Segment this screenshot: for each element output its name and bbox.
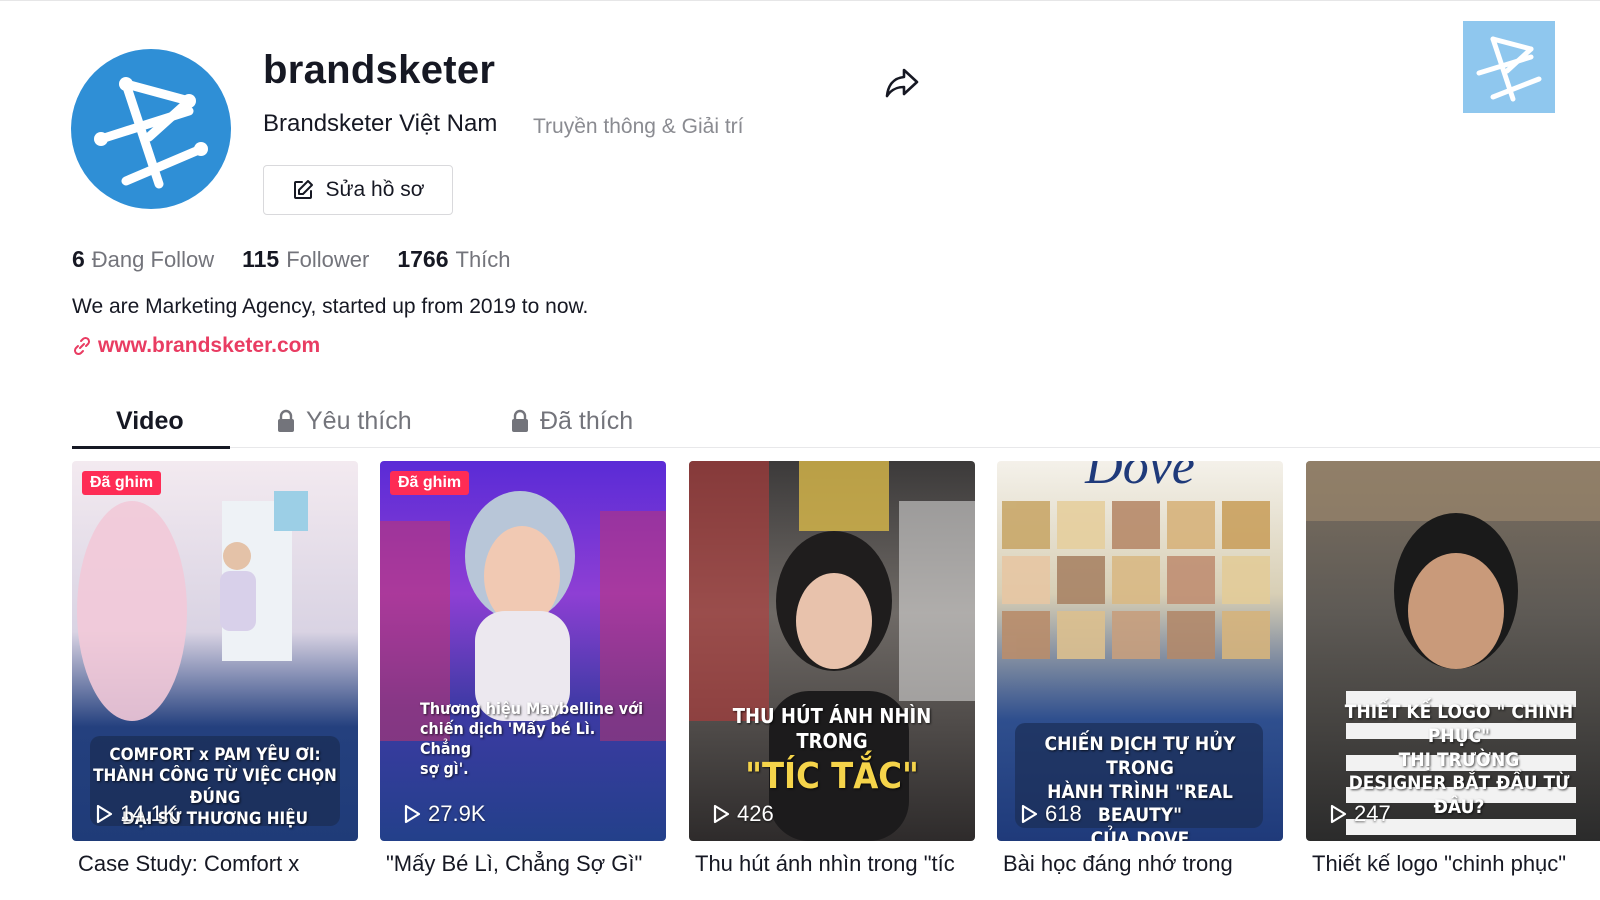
play-icon [713,804,730,824]
video-caption[interactable]: Case Study: Comfort x [78,851,368,877]
profile-bio: We are Marketing Agency, started up from… [72,295,589,318]
video-overlay-text: Thương hiệu Maybelline với chiến dịch 'M… [420,699,648,779]
video-thumbnail [380,491,666,741]
overlay-line: CHIẾN DỊCH TỰ HỦY TRONG [1044,733,1236,779]
brandsketer-logo-icon [94,77,208,189]
stat-following[interactable]: 6 Đang Follow [72,246,214,273]
video-card[interactable]: COMFORT x PAM YÊU ƠI: THÀNH CÔNG TỪ VIỆC… [72,461,358,841]
video-caption[interactable]: Thiết kế logo "chinh phục" [1312,851,1600,877]
profile-avatar[interactable] [71,49,231,209]
active-tab-indicator [72,446,230,449]
lock-icon [278,409,294,432]
following-label: Đang Follow [91,247,215,272]
profile-link[interactable]: www.brandsketer.com [72,334,320,358]
view-count: 247 [1328,801,1391,827]
stat-likes: 1766 Thích [397,246,510,273]
edit-icon [294,180,314,199]
overlay-line: THU HÚT ÁNH NHÌN TRONG [732,704,932,753]
play-icon [1021,804,1038,824]
view-count: 618 [1019,801,1082,827]
video-card[interactable]: THIẾT KẾ LOGO " CHINH PHỤC" THỊ TRƯỜNG D… [1306,461,1600,841]
pinned-badge: Đã ghim [390,471,470,495]
profile-username: brandsketer [263,48,496,92]
play-icon [1330,804,1347,824]
video-grid: COMFORT x PAM YÊU ƠI: THÀNH CÔNG TỪ VIỆC… [72,461,1600,881]
video-card[interactable]: THU HÚT ÁNH NHÌN TRONG "TÍC TẮC" 426 [689,461,975,841]
profile-display-name: Brandsketer Việt Nam [263,110,498,137]
video-card[interactable]: Dove CHIẾN DỊCH TỰ HỦY TRONG HÀNH TRÌNH … [997,461,1283,841]
edit-profile-label: Sửa hồ sơ [325,178,425,201]
follower-count: 115 [242,246,280,272]
view-count: 14.1K [94,801,178,827]
overlay-line: chiến dịch 'Mấy bé Lì. Chẳng [420,719,596,758]
link-icon [73,336,91,356]
tab-favorites[interactable]: Yêu thích [276,394,412,448]
view-count-value: 426 [737,801,774,826]
overlay-line: COMFORT x PAM YÊU ƠI: [109,745,321,765]
lock-icon [512,409,528,432]
video-card[interactable]: Thương hiệu Maybelline với chiến dịch 'M… [380,461,666,841]
tab-liked[interactable]: Đã thích [510,394,633,448]
profile-category: Truyền thông & Giải trí [533,115,744,138]
tab-favorites-label: Yêu thích [306,406,412,435]
play-icon [96,804,113,824]
view-count-value: 27.9K [428,801,486,826]
profile-link-text: www.brandsketer.com [98,334,321,357]
share-button[interactable] [884,64,920,100]
video-caption[interactable]: Bài học đáng nhớ trong [1003,851,1293,877]
overlay-line: Thương hiệu Maybelline với [420,699,643,718]
corner-brand-logo [1463,21,1555,113]
play-icon [404,804,421,824]
share-icon [885,68,919,98]
edit-profile-button[interactable]: Sửa hồ sơ [263,165,453,215]
view-count-value: 14.1K [120,801,178,826]
profile-page: brandsketer Brandsketer Việt Nam Truyền … [0,0,1600,900]
video-caption[interactable]: "Mấy Bé Lì, Chẳng Sợ Gì" [386,851,676,877]
profile-tabs: Video Yêu thích Đã thích [72,394,1600,449]
top-divider [0,0,1600,4]
video-caption[interactable]: Thu hút ánh nhìn trong "tíc [695,851,985,877]
tab-liked-label: Đã thích [540,406,634,435]
overlay-line: "TÍC TẮC" [745,756,919,797]
view-count: 27.9K [402,801,486,827]
view-count-value: 618 [1045,801,1082,826]
overlay-line: CỦA DOVE [1090,828,1190,841]
brandsketer-corner-logo-icon [1476,36,1542,102]
overlay-line: THIẾT KẾ LOGO " CHINH PHỤC" [1344,701,1574,747]
likes-count: 1766 [397,246,449,272]
likes-label: Thích [455,247,511,272]
overlay-line: sợ gì'. [420,759,469,778]
view-count: 426 [711,801,774,827]
video-overlay-text: THU HÚT ÁNH NHÌN TRONG "TÍC TẮC" [707,704,957,799]
overlay-line: THỊ TRƯỜNG [1398,748,1520,771]
tab-video[interactable]: Video [116,394,184,448]
view-count-value: 247 [1354,801,1391,826]
dove-brand-text: Dove [1084,461,1195,495]
follower-label: Follower [286,247,370,272]
tab-video-label: Video [116,406,184,435]
following-count: 6 [72,246,85,272]
pinned-badge: Đã ghim [82,471,162,495]
profile-stats: 6 Đang Follow 115 Follower 1766 Thích [72,246,511,273]
stat-followers[interactable]: 115 Follower [242,246,369,273]
